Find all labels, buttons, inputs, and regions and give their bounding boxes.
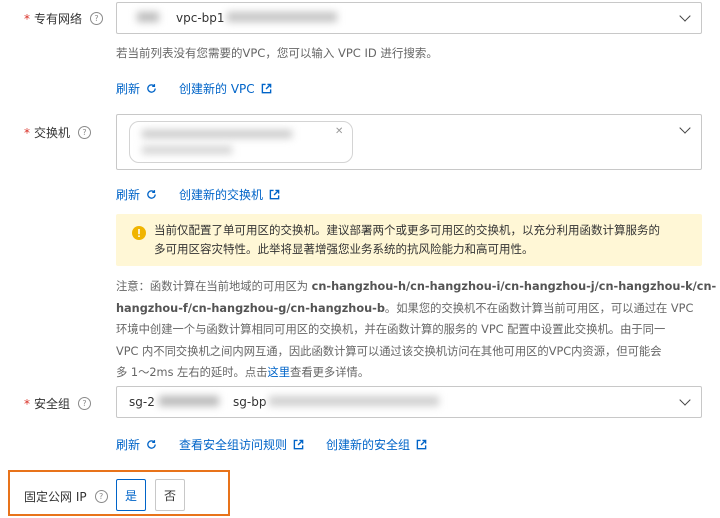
redacted-vswitch-name <box>142 130 292 138</box>
warning-line-1: 当前仅配置了单可用区的交换机。建议部署两个或更多可用区的交换机，以充分利用函数计… <box>154 223 660 237</box>
vpc-selected-value: vpc-bp1 <box>176 11 225 25</box>
external-link-icon <box>293 439 304 450</box>
vpc-label: 专有网络 <box>34 12 83 26</box>
security-group-refresh-link[interactable]: 刷新 <box>116 436 157 453</box>
refresh-icon <box>147 440 156 449</box>
refresh-icon <box>147 84 156 93</box>
chevron-down-icon <box>679 122 691 134</box>
refresh-label: 刷新 <box>116 438 141 452</box>
redacted-region <box>137 12 159 22</box>
refresh-label: 刷新 <box>116 82 141 96</box>
note-line-4: VPC 内不同交换机之间内网互通，因此函数计算可以通过该交换机访问在其他可用区的… <box>116 344 662 358</box>
help-icon[interactable]: ? <box>90 12 104 25</box>
note-text: 多 1～2ms 左右的延时。点击 <box>116 366 268 379</box>
view-rules-label: 查看安全组访问规则 <box>179 438 288 452</box>
single-zone-warning: 当前仅配置了单可用区的交换机。建议部署两个或更多可用区的交换机，以充分利用函数计… <box>116 214 702 266</box>
chevron-down-icon <box>679 394 691 406</box>
fixed-ip-yes-button[interactable]: 是 <box>116 479 146 511</box>
note-zones: hangzhou-f/cn-hangzhou-g/cn-hangzhou-b <box>116 301 385 315</box>
close-icon[interactable]: ✕ <box>335 126 343 137</box>
external-link-icon <box>261 83 271 94</box>
fixed-ip-label-row: 固定公网 IP ? <box>24 488 108 505</box>
chevron-down-icon <box>679 10 691 22</box>
vpc-hint: 若当前列表没有您需要的VPC，您可以输入 VPC ID 进行搜索。 <box>116 46 438 60</box>
view-rules-link[interactable]: 查看安全组访问规则 <box>179 436 304 453</box>
security-group-label-row: * 安全组 ? <box>24 395 92 412</box>
redacted-vswitch-zone <box>142 146 232 154</box>
fixed-ip-label: 固定公网 IP <box>24 490 87 504</box>
help-icon[interactable]: ? <box>78 126 92 139</box>
note-text: 。如果您的交换机不在函数计算当前可用区，可以通过在 VPC <box>384 301 694 315</box>
note-line-3: 环境中创建一个与函数计算相同可用区的交换机，并在函数计算的服务的 VPC 配置中… <box>116 323 666 336</box>
vswitch-select[interactable]: ✕ <box>116 114 702 170</box>
create-vpc-link[interactable]: 创建新的 VPC <box>179 80 272 97</box>
note-text: 查看更多详情。 <box>290 366 370 379</box>
external-link-icon <box>269 189 280 200</box>
vswitch-label-row: * 交换机 ? <box>24 124 92 141</box>
help-icon[interactable]: ? <box>78 397 92 410</box>
create-vswitch-label: 创建新的交换机 <box>179 188 264 202</box>
security-group-label: 安全组 <box>34 397 71 411</box>
security-group-id-2: sg-bp <box>233 395 267 409</box>
create-vpc-label: 创建新的 VPC <box>179 82 255 96</box>
create-security-group-link[interactable]: 创建新的安全组 <box>326 436 427 453</box>
vswitch-actions: 刷新 创建新的交换机 <box>116 186 280 203</box>
note-line-1: 注意：函数计算在当前地域的可用区为 cn-hangzhou-h/cn-hangz… <box>116 276 716 298</box>
security-group-select[interactable]: sg-2 sg-bp <box>116 386 702 418</box>
required-star: * <box>24 11 30 26</box>
vswitch-selected-tag: ✕ <box>129 121 353 163</box>
exclamation-circle-icon <box>132 226 146 240</box>
redacted-sg-id-2 <box>269 396 439 406</box>
help-icon[interactable]: ? <box>94 490 108 503</box>
create-security-group-label: 创建新的安全组 <box>326 438 411 452</box>
vpc-actions: 刷新 创建新的 VPC <box>116 80 272 97</box>
redacted-vpc-id <box>227 12 337 22</box>
fixed-ip-no-button[interactable]: 否 <box>155 479 185 511</box>
required-star: * <box>24 396 30 411</box>
external-link-icon <box>416 439 427 450</box>
create-vswitch-link[interactable]: 创建新的交换机 <box>179 186 280 203</box>
vpc-select[interactable]: vpc-bp1 <box>116 2 702 34</box>
vswitch-label: 交换机 <box>34 126 71 140</box>
vswitch-refresh-link[interactable]: 刷新 <box>116 186 157 203</box>
required-star: * <box>24 125 30 140</box>
refresh-icon <box>147 190 156 199</box>
security-group-id-1: sg-2 <box>129 395 155 409</box>
redacted-sg-id-1 <box>159 396 219 406</box>
note-line-5: 多 1～2ms 左右的延时。点击这里查看更多详情。 <box>116 362 706 384</box>
details-link[interactable]: 这里 <box>267 366 290 379</box>
note-text: 注意：函数计算在当前地域的可用区为 <box>116 280 312 293</box>
vpc-refresh-link[interactable]: 刷新 <box>116 80 157 97</box>
vpc-label-row: * 专有网络 ? <box>24 10 104 27</box>
zone-note: 注意：函数计算在当前地域的可用区为 cn-hangzhou-h/cn-hangz… <box>116 276 716 384</box>
note-line-2: hangzhou-f/cn-hangzhou-g/cn-hangzhou-b。如… <box>116 298 706 320</box>
note-zones: cn-hangzhou-h/cn-hangzhou-i/cn-hangzhou-… <box>311 280 717 293</box>
refresh-label: 刷新 <box>116 188 141 202</box>
warning-line-2: 多可用区容灾特性。此举将显著增强您业务系统的抗风险能力和高可用性。 <box>154 242 534 256</box>
security-group-actions: 刷新 查看安全组访问规则 创建新的安全组 <box>116 436 427 453</box>
